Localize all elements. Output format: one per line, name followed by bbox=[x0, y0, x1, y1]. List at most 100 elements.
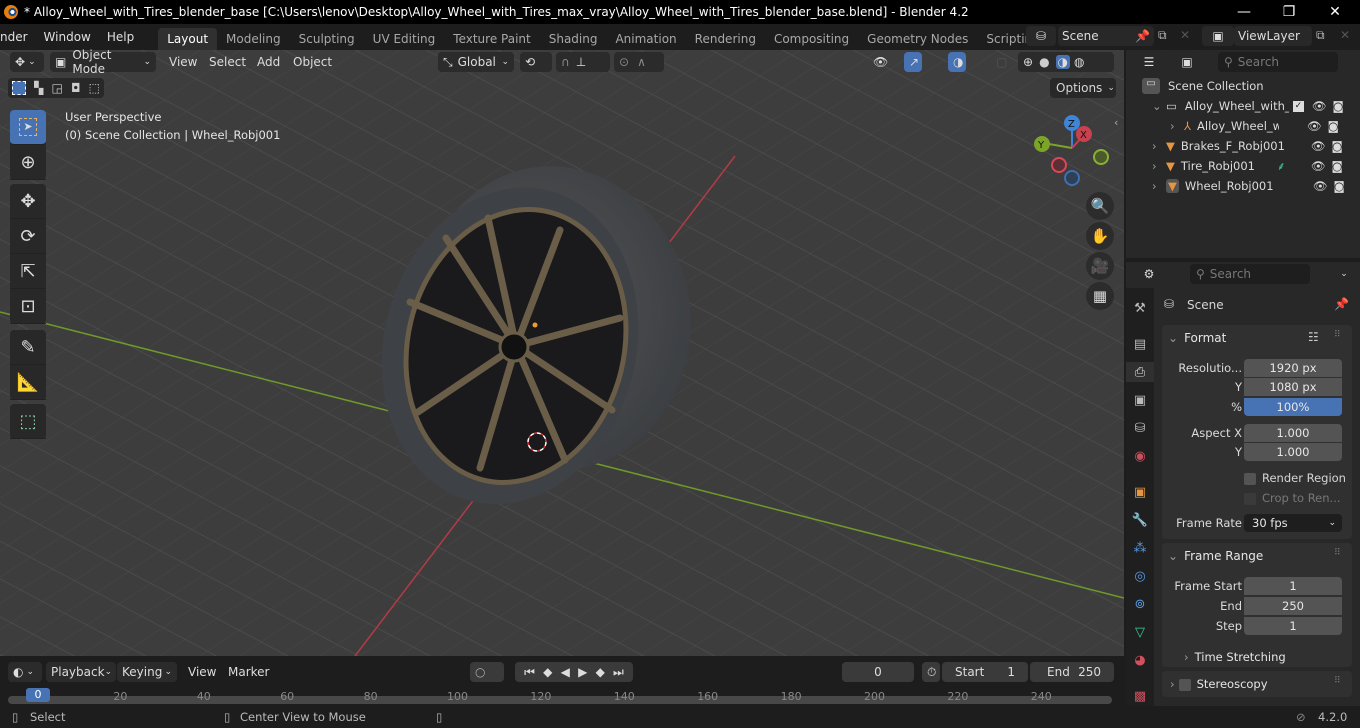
view-layer-tab[interactable]: ▣ bbox=[1130, 390, 1150, 410]
output-tab[interactable]: ⎙ bbox=[1126, 362, 1154, 382]
menu-file[interactable]: nder bbox=[0, 24, 36, 50]
camera-render-icon[interactable]: ◙ bbox=[1333, 179, 1344, 193]
tab-shading[interactable]: Shading bbox=[540, 28, 607, 50]
gizmo-toggle[interactable]: ↗ bbox=[904, 52, 922, 72]
scene-name-field[interactable]: Scene 📌 bbox=[1058, 26, 1154, 46]
camera-render-icon[interactable]: ◙ bbox=[1328, 119, 1339, 133]
ortho-toggle-button[interactable]: ▦ bbox=[1086, 282, 1114, 310]
render-tab[interactable]: ▤ bbox=[1130, 334, 1150, 354]
view-layer-selector-button[interactable]: ▣ bbox=[1202, 26, 1234, 46]
aspect-x-field[interactable]: 1.000 bbox=[1244, 424, 1342, 442]
object-mode-dropdown[interactable]: ▣ Object Mode ⌄ bbox=[50, 48, 156, 76]
delete-scene-icon[interactable]: ✕ bbox=[1180, 28, 1190, 42]
outliner-row[interactable]: › ⅄ Alloy_Wheel_wi 👁 ◙ bbox=[1170, 116, 1360, 136]
wireframe-shading-icon[interactable]: ⊕ bbox=[1023, 55, 1033, 69]
rendered-shading-icon[interactable]: ◍ bbox=[1074, 55, 1084, 69]
chevron-right-icon[interactable]: › bbox=[1152, 139, 1166, 153]
menu-help[interactable]: Help bbox=[99, 24, 142, 50]
tab-modeling[interactable]: Modeling bbox=[217, 28, 290, 50]
sidebar-toggle-icon[interactable]: ‹ bbox=[1114, 116, 1118, 129]
stereoscopy-panel-header[interactable]: › Stereoscopy bbox=[1170, 677, 1268, 691]
time-stretching-subpanel[interactable]: › Time Stretching bbox=[1184, 650, 1286, 664]
proportional-editing-toggle[interactable]: ⊙ ∧ bbox=[614, 52, 664, 72]
tab-geometry-nodes[interactable]: Geometry Nodes bbox=[858, 28, 977, 50]
outliner-row[interactable]: › ▼ Brakes_F_Robj001 👁 ◙ bbox=[1152, 136, 1360, 156]
camera-view-button[interactable]: 🎥 bbox=[1086, 252, 1114, 280]
properties-editor-type-button[interactable]: ⚙ bbox=[1134, 264, 1164, 284]
data-tab[interactable]: ▽ bbox=[1130, 622, 1150, 642]
keying-menu[interactable]: Keying ⌄ bbox=[117, 662, 177, 682]
drag-handle-icon[interactable]: ⠿ bbox=[1334, 548, 1341, 558]
tool-tab[interactable]: ⚒ bbox=[1130, 298, 1150, 318]
pin-icon[interactable]: 📌 bbox=[1135, 29, 1150, 43]
outliner-row[interactable]: ⌄ ▭ Alloy_Wheel_with_ ✓ 👁 ◙ bbox=[1152, 96, 1360, 116]
presets-icon[interactable]: ☷ bbox=[1308, 330, 1319, 344]
menu-object[interactable]: Object bbox=[293, 55, 332, 69]
resolution-x-field[interactable]: 1920 px bbox=[1244, 359, 1342, 377]
texture-tab[interactable]: ▩ bbox=[1130, 686, 1150, 706]
chevron-right-icon[interactable]: › bbox=[1152, 159, 1166, 173]
chevron-right-icon[interactable]: › bbox=[1152, 179, 1166, 193]
select-invert-icon[interactable]: ◘ bbox=[71, 81, 81, 95]
playhead[interactable]: 0 bbox=[26, 688, 50, 702]
tool-annotate[interactable]: ✎ bbox=[10, 330, 46, 365]
zoom-view-button[interactable]: 🔍 bbox=[1086, 192, 1114, 220]
properties-options-button[interactable]: ⌄ bbox=[1332, 264, 1356, 284]
aspect-y-field[interactable]: 1.000 bbox=[1244, 443, 1342, 461]
new-view-layer-icon[interactable]: ⧉ bbox=[1316, 28, 1325, 43]
outliner-row[interactable]: › ▼ Wheel_Robj001 👁 ◙ bbox=[1152, 176, 1360, 196]
stereoscopy-checkbox[interactable] bbox=[1178, 678, 1191, 691]
pan-view-button[interactable]: ✋ bbox=[1086, 222, 1114, 250]
frame-end-field[interactable]: 250 bbox=[1244, 597, 1342, 615]
close-button[interactable]: ✕ bbox=[1312, 0, 1358, 24]
material-tab[interactable]: ◕ bbox=[1130, 650, 1150, 670]
tab-compositing[interactable]: Compositing bbox=[765, 28, 858, 50]
overlays-toggle[interactable]: ◑ bbox=[948, 52, 966, 72]
camera-render-icon[interactable]: ◙ bbox=[1331, 139, 1342, 153]
transform-orientation-dropdown[interactable]: ⤡ Global ⌄ bbox=[438, 52, 514, 72]
tab-layout[interactable]: Layout bbox=[158, 28, 218, 50]
tab-texture-paint[interactable]: Texture Paint bbox=[444, 28, 539, 50]
outliner-row[interactable]: › ▼ Tire_Robj001 ⸙ 👁 ◙ bbox=[1152, 156, 1360, 176]
tool-scale[interactable]: ⇱ bbox=[10, 254, 46, 289]
editor-type-button[interactable]: ✥ ⌄ bbox=[10, 52, 44, 72]
modifier-icon[interactable]: ⸙ bbox=[1277, 159, 1311, 174]
tool-transform[interactable]: ⊡ bbox=[10, 289, 46, 324]
display-mode-button[interactable]: ▣ bbox=[1172, 52, 1202, 72]
object-tab[interactable]: ▣ bbox=[1130, 482, 1150, 502]
outliner-search-input[interactable]: ⚲ Search bbox=[1218, 52, 1338, 72]
auto-keying-toggle[interactable]: ○ bbox=[470, 662, 504, 682]
frame-range-panel-header[interactable]: ⌄ Frame Range bbox=[1168, 549, 1263, 563]
camera-render-icon[interactable]: ◙ bbox=[1332, 99, 1343, 113]
delete-view-layer-icon[interactable]: ✕ bbox=[1340, 28, 1350, 42]
select-new-icon[interactable] bbox=[12, 81, 27, 95]
tab-rendering[interactable]: Rendering bbox=[686, 28, 765, 50]
properties-search-input[interactable]: ⚲ Search bbox=[1190, 264, 1310, 284]
frame-rate-dropdown[interactable]: 30 fps ⌄ bbox=[1244, 514, 1342, 532]
resolution-percent-slider[interactable]: 100% bbox=[1244, 398, 1342, 416]
exclude-checkbox[interactable]: ✓ bbox=[1292, 100, 1304, 112]
tool-select-box[interactable]: ➤ bbox=[10, 110, 46, 145]
gizmo-neg-z[interactable] bbox=[1064, 170, 1080, 186]
gizmo-neg-y[interactable] bbox=[1093, 149, 1109, 165]
gizmo-neg-x[interactable] bbox=[1051, 157, 1067, 173]
use-preview-range-toggle[interactable]: ⏱ bbox=[922, 662, 940, 682]
eye-icon[interactable]: 👁 bbox=[1311, 139, 1326, 153]
crop-to-render-checkbox[interactable]: Crop to Ren... bbox=[1244, 491, 1341, 505]
physics-tab[interactable]: ◎ bbox=[1130, 566, 1150, 586]
frame-step-field[interactable]: 1 bbox=[1244, 617, 1342, 635]
tool-move[interactable]: ✥ bbox=[10, 184, 46, 219]
menu-view[interactable]: View bbox=[169, 55, 197, 69]
play-icon[interactable]: ▶ bbox=[578, 665, 587, 679]
resolution-y-field[interactable]: 1080 px bbox=[1244, 378, 1342, 396]
eye-icon[interactable]: 👁 bbox=[1312, 99, 1327, 113]
tool-cursor[interactable]: ⊕ bbox=[10, 145, 46, 180]
format-panel-header[interactable]: ⌄ Format bbox=[1168, 331, 1226, 345]
eye-icon[interactable]: 👁 bbox=[1313, 179, 1328, 193]
jump-end-icon[interactable]: ⏭ bbox=[613, 665, 624, 680]
tool-measure[interactable]: 📐 bbox=[10, 365, 46, 400]
select-extend-icon[interactable]: ▚ bbox=[34, 81, 43, 95]
minimize-button[interactable]: — bbox=[1221, 0, 1267, 24]
select-subtract-icon[interactable]: ◲ bbox=[52, 81, 63, 95]
timeline-view-menu[interactable]: View bbox=[188, 665, 216, 679]
